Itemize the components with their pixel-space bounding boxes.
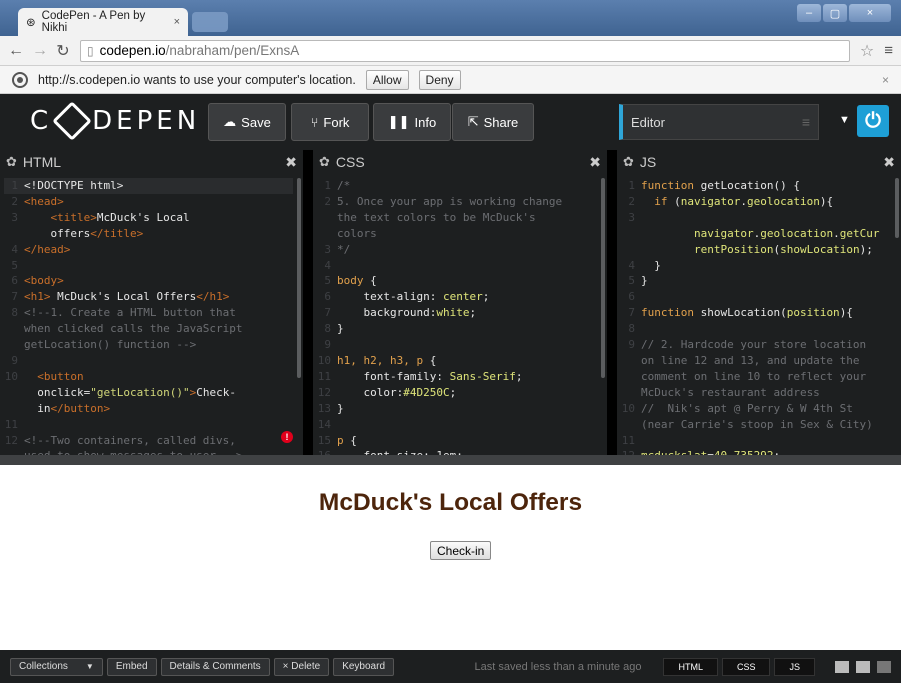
- bookmark-star-icon[interactable]: ☆: [860, 41, 874, 61]
- fork-label: Fork: [323, 114, 350, 130]
- collections-button[interactable]: Collections ▼: [10, 657, 103, 676]
- check-in-button[interactable]: Check-in: [430, 541, 492, 560]
- js-scrollbar[interactable]: [895, 178, 899, 238]
- new-tab-button[interactable]: [192, 12, 228, 32]
- url-path: /nabraham/pen/ExnsA: [165, 43, 300, 58]
- html-panel-title: HTML: [22, 154, 62, 170]
- fork-icon: ⑂: [310, 114, 319, 130]
- html-editor-panel: ✿ HTML ✖ 1 <!DOCTYPE html> 2 <head> 3 <titl…: [0, 150, 303, 455]
- codepen-logo[interactable]: C DEPEN: [30, 101, 200, 141]
- css-panel-title: CSS: [335, 154, 365, 170]
- js-panel-header: ✿ JS ✖: [617, 150, 901, 174]
- embed-button[interactable]: Embed: [106, 657, 157, 676]
- window-controls: – ▢ ×: [797, 4, 891, 22]
- share-icon: ⇱: [467, 114, 479, 129]
- css-panel-header: ✿ CSS ✖: [313, 150, 607, 174]
- close-icon[interactable]: ✖: [883, 154, 895, 171]
- close-icon[interactable]: ✖: [589, 154, 601, 171]
- infobar-message: http://s.codepen.io wants to use your co…: [38, 72, 356, 87]
- html-scrollbar[interactable]: [297, 178, 301, 378]
- close-icon[interactable]: ✖: [285, 154, 297, 171]
- caret-down-icon: ▼: [85, 662, 94, 671]
- result-preview: McDuck's Local Offers Check-in: [0, 465, 901, 650]
- location-infobar: http://s.codepen.io wants to use your co…: [0, 66, 901, 94]
- fork-button[interactable]: ⑂ Fork: [291, 103, 369, 141]
- css-code-editor[interactable]: 1/* 2 5. Once your app is working change …: [313, 174, 607, 455]
- layout-right-icon[interactable]: [877, 660, 891, 673]
- location-icon: [12, 71, 28, 88]
- js-panel-title: JS: [639, 154, 657, 170]
- browser-menu-icon[interactable]: ≡: [884, 42, 893, 59]
- gear-icon[interactable]: ✿: [623, 154, 634, 170]
- close-window-button[interactable]: ×: [849, 4, 891, 22]
- browser-tab[interactable]: ⊛ CodePen - A Pen by Nikhi ×: [18, 8, 188, 36]
- list-icon: ≡: [801, 114, 810, 130]
- codepen-logo-icon: [52, 101, 92, 141]
- gear-icon[interactable]: ✿: [6, 154, 17, 170]
- deny-button[interactable]: Deny: [418, 69, 461, 90]
- keyboard-button[interactable]: Keyboard: [333, 657, 395, 676]
- codepen-footer: Collections ▼ Embed Details & Comments ×…: [0, 650, 901, 683]
- codepen-header: C DEPEN ☁ Save ⑂ Fork ❚❚ Info ⇱ Share Editor …: [0, 94, 901, 150]
- css-editor-panel: ✿ CSS ✖ 1/* 2 5. Once your app is working…: [313, 150, 607, 455]
- view-html-button[interactable]: HTML: [663, 657, 718, 676]
- back-arrow-icon[interactable]: ←: [8, 42, 24, 60]
- collections-label: Collections: [19, 661, 68, 672]
- allow-button[interactable]: Allow: [365, 69, 409, 90]
- account-power-icon[interactable]: ⏻: [857, 105, 889, 137]
- info-label: Info: [414, 114, 437, 130]
- share-button[interactable]: ⇱ Share: [452, 103, 534, 141]
- url-host: codepen.io: [99, 43, 166, 58]
- html-panel-header: ✿ HTML ✖: [0, 150, 303, 174]
- minimize-button[interactable]: –: [797, 4, 821, 22]
- tab-title: CodePen - A Pen by Nikhi: [41, 10, 146, 34]
- forward-arrow-icon[interactable]: →: [32, 42, 48, 60]
- info-button[interactable]: ❚❚ Info: [373, 103, 451, 141]
- layout-left-icon[interactable]: [835, 660, 849, 673]
- editor-select-label: Editor: [631, 114, 665, 130]
- save-button[interactable]: ☁ Save: [208, 103, 286, 141]
- result-resize-handle[interactable]: [0, 455, 901, 465]
- address-bar: ← → ↻ ▯ codepen.io/nabraham/pen/ExnsA ☆ …: [0, 36, 901, 66]
- details-comments-button[interactable]: Details & Comments: [160, 657, 270, 676]
- info-icon: ❚❚: [387, 114, 410, 129]
- account-caret-icon[interactable]: ▼: [839, 114, 850, 126]
- save-label: Save: [241, 114, 271, 130]
- share-label: Share: [483, 114, 519, 130]
- codepen-tab-icon: ⊛: [26, 17, 36, 29]
- maximize-button[interactable]: ▢: [823, 4, 847, 22]
- view-css-button[interactable]: CSS: [721, 657, 771, 676]
- result-heading: McDuck's Local Offers: [318, 489, 583, 516]
- save-status: Last saved less than a minute ago: [474, 660, 642, 673]
- js-editor-panel: ✿ JS ✖ 1 function getLocation() { 2 if (n…: [617, 150, 901, 455]
- layout-top-icon[interactable]: [856, 660, 870, 673]
- reload-icon[interactable]: ↻: [56, 41, 70, 61]
- infobar-close-icon[interactable]: ×: [882, 73, 889, 87]
- error-icon[interactable]: !: [281, 431, 293, 443]
- browser-titlebar: ⊛ CodePen - A Pen by Nikhi × – ▢ ×: [0, 0, 901, 36]
- gear-icon[interactable]: ✿: [319, 154, 330, 170]
- url-input[interactable]: ▯ codepen.io/nabraham/pen/ExnsA: [80, 39, 850, 62]
- css-scrollbar[interactable]: [601, 178, 605, 378]
- view-js-button[interactable]: JS: [774, 657, 815, 676]
- editor-view-select[interactable]: Editor ≡: [619, 104, 819, 140]
- editor-panels: ✿ HTML ✖ 1 <!DOCTYPE html> 2 <head> 3 <titl…: [0, 150, 901, 455]
- delete-button[interactable]: × Delete: [273, 657, 330, 676]
- page-icon: ▯: [87, 43, 94, 58]
- layout-switcher: [835, 660, 891, 673]
- tab-close-icon[interactable]: ×: [174, 16, 180, 28]
- html-code-editor[interactable]: 1 <!DOCTYPE html> 2 <head> 3 <title>McDuck'…: [0, 174, 303, 455]
- js-code-editor[interactable]: 1 function getLocation() { 2 if (navigato…: [617, 174, 901, 455]
- cloud-icon: ☁: [223, 114, 237, 129]
